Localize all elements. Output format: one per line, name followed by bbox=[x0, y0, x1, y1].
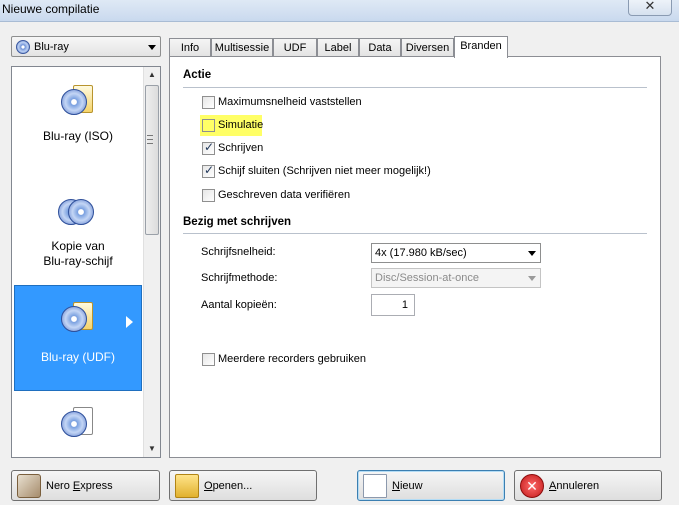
new-button[interactable]: Nieuw bbox=[357, 470, 505, 501]
divider bbox=[183, 233, 647, 234]
checkbox-box[interactable] bbox=[202, 163, 215, 178]
chevron-right-icon bbox=[126, 316, 133, 328]
list-item-label: Blu-ray-schijf bbox=[43, 254, 113, 268]
bluray-iso-icon bbox=[61, 85, 95, 119]
bluray-copy-icon bbox=[58, 195, 98, 229]
write-method-dropdown[interactable]: Disc/Session-at-once bbox=[371, 268, 541, 288]
divider bbox=[183, 87, 647, 88]
list-item-bluray-copy[interactable]: Kopie van Blu-ray-schijf bbox=[14, 195, 142, 275]
close-button[interactable]: ✕ bbox=[628, 0, 672, 16]
speed-label: Schrijfsnelheid: bbox=[201, 246, 276, 258]
copies-value: 1 bbox=[401, 299, 408, 311]
bluray-video-icon bbox=[61, 407, 95, 441]
chevron-down-icon bbox=[528, 251, 536, 256]
checkbox-maximumsnelheid[interactable]: Maximumsnelheid vaststellen bbox=[202, 95, 462, 111]
folder-open-icon bbox=[175, 474, 199, 498]
checkbox-meerdere-recorders[interactable]: Meerdere recorders gebruiken bbox=[202, 352, 422, 368]
tab-info[interactable]: Info bbox=[169, 38, 211, 57]
tab-udf[interactable]: UDF bbox=[273, 38, 317, 57]
new-document-icon bbox=[363, 474, 387, 498]
tab-label: Multisessie bbox=[214, 42, 270, 54]
list-item-label: Blu-ray (UDF) bbox=[41, 350, 115, 364]
checkbox-schrijven[interactable]: Schrijven bbox=[202, 140, 402, 157]
button-label: Openen... bbox=[204, 480, 253, 492]
disc-type-value: Blu-ray bbox=[34, 41, 69, 53]
list-item-bluray-iso[interactable]: Blu-ray (ISO) bbox=[14, 85, 142, 155]
checkbox-label: Schrijven bbox=[218, 142, 264, 154]
disc-icon bbox=[16, 40, 30, 54]
method-label: Schrijfmethode: bbox=[201, 272, 278, 284]
scroll-up-icon[interactable]: ▲ bbox=[144, 67, 160, 83]
window-title: Nieuwe compilatie bbox=[2, 2, 100, 16]
checkbox-box[interactable] bbox=[202, 96, 215, 109]
checkbox-simulatie[interactable]: Simulatie bbox=[202, 118, 402, 134]
checkbox-label: Schijf sluiten (Schrijven niet meer moge… bbox=[218, 165, 431, 177]
checkbox-box[interactable] bbox=[202, 353, 215, 366]
open-button[interactable]: Openen... bbox=[169, 470, 317, 501]
scrollbar-thumb[interactable] bbox=[145, 85, 159, 235]
section-title-actie: Actie bbox=[183, 69, 212, 81]
tab-label: UDF bbox=[283, 42, 307, 54]
tab-multisessie[interactable]: Multisessie bbox=[211, 38, 273, 57]
list-scrollbar[interactable]: ▲ ▼ bbox=[143, 67, 160, 457]
checkbox-box[interactable] bbox=[202, 140, 215, 155]
grip-icon bbox=[147, 135, 153, 144]
write-method-value: Disc/Session-at-once bbox=[375, 272, 479, 284]
tab-label: Branden bbox=[460, 40, 502, 52]
tab-label-text: Label bbox=[324, 42, 352, 54]
compilation-type-list: Blu-ray (ISO) Kopie van Blu-ray-schijf B… bbox=[11, 66, 161, 458]
tab-label[interactable]: Label bbox=[317, 38, 359, 57]
title-bar: Nieuwe compilatie ✕ bbox=[0, 0, 679, 22]
checkbox-box[interactable] bbox=[202, 189, 215, 202]
section-title-schrijven: Bezig met schrijven bbox=[183, 216, 292, 228]
bluray-udf-icon bbox=[61, 302, 95, 336]
chevron-down-icon bbox=[528, 276, 536, 281]
list-item-label: Blu-ray (ISO) bbox=[42, 129, 113, 143]
button-label: Nieuw bbox=[392, 480, 423, 492]
branden-panel: Actie Maximumsnelheid vaststellen Simula… bbox=[169, 56, 661, 458]
write-speed-value: 4x (17.980 kB/sec) bbox=[375, 247, 467, 259]
button-label: Nero Express bbox=[46, 480, 113, 492]
scroll-down-icon[interactable]: ▼ bbox=[144, 441, 160, 457]
tab-data[interactable]: Data bbox=[359, 38, 401, 57]
tab-label: Data bbox=[368, 42, 392, 54]
button-label: Annuleren bbox=[549, 480, 600, 492]
checkbox-box[interactable] bbox=[202, 119, 215, 132]
list-item-label: Kopie van bbox=[51, 239, 105, 253]
checkbox-label: Maximumsnelheid vaststellen bbox=[218, 96, 362, 108]
cancel-button[interactable]: ✕ Annuleren bbox=[514, 470, 662, 501]
checkbox-label: Meerdere recorders gebruiken bbox=[218, 353, 366, 365]
cancel-icon: ✕ bbox=[520, 474, 544, 498]
list-item-bluray-udf[interactable]: Blu-ray (UDF) bbox=[14, 285, 142, 391]
tab-branden[interactable]: Branden bbox=[454, 36, 508, 58]
checkbox-label: Simulatie bbox=[218, 119, 264, 131]
checkbox-verifieren[interactable]: Geschreven data verifiëren bbox=[202, 188, 462, 204]
nero-express-button[interactable]: Nero Express bbox=[11, 470, 160, 501]
copies-label: Aantal kopieën: bbox=[201, 299, 277, 311]
copies-input[interactable]: 1 bbox=[371, 294, 415, 316]
disc-type-dropdown[interactable]: Blu-ray bbox=[11, 36, 161, 57]
tab-label: Diversen bbox=[405, 42, 450, 54]
checkbox-label: Geschreven data verifiëren bbox=[218, 189, 351, 201]
checkbox-schijf-sluiten[interactable]: Schijf sluiten (Schrijven niet meer moge… bbox=[202, 163, 502, 180]
close-icon: ✕ bbox=[644, 0, 656, 13]
list-item-bluray-video[interactable] bbox=[14, 407, 142, 455]
nero-express-icon bbox=[17, 474, 41, 498]
write-speed-dropdown[interactable]: 4x (17.980 kB/sec) bbox=[371, 243, 541, 263]
chevron-down-icon bbox=[148, 45, 156, 50]
tab-label: Info bbox=[180, 42, 200, 54]
tab-diversen[interactable]: Diversen bbox=[401, 38, 454, 57]
